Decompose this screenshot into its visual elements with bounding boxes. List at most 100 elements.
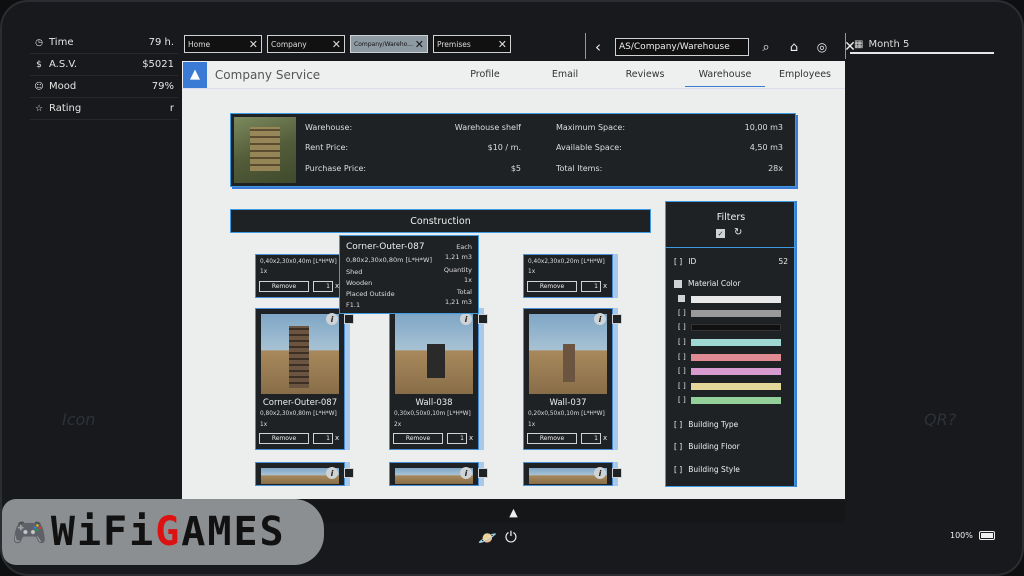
close-icon[interactable]: ✕	[498, 39, 507, 50]
back-button[interactable]: ‹	[587, 36, 609, 58]
warehouse-label: Warehouse:	[305, 123, 353, 132]
search-icon[interactable]: ⌕	[755, 36, 777, 58]
tab-email[interactable]: Email	[525, 63, 605, 87]
checkbox-icon[interactable]: [ ]	[674, 442, 682, 451]
checkbox-icon[interactable]: [ ]	[674, 257, 682, 266]
background-icon-label: Icon	[62, 410, 96, 429]
item-preview-image	[529, 314, 607, 394]
close-icon[interactable]: ✕	[415, 39, 424, 50]
item-preview-image	[261, 314, 339, 394]
company-menu: Profile Email Reviews Warehouse Employee…	[445, 63, 845, 87]
color-checkbox-gray[interactable]: [ ]	[678, 309, 686, 317]
color-swatch-yellow[interactable]	[691, 383, 781, 390]
remove-button[interactable]: Remove	[259, 281, 309, 292]
item-card[interactable]: i	[389, 462, 488, 486]
checkbox-icon[interactable]: [ ]	[674, 465, 682, 474]
quantity-input[interactable]: 1	[581, 281, 601, 292]
tab-company-warehouse[interactable]: Company/Wareho... ✕	[350, 35, 428, 53]
color-checkbox-white[interactable]	[678, 295, 685, 302]
filter-building-type[interactable]: [ ] Building Type	[674, 420, 738, 429]
select-all-checkbox[interactable]: ✓	[716, 229, 725, 238]
color-checkbox-red[interactable]: [ ]	[678, 353, 686, 361]
color-checkbox-yellow[interactable]: [ ]	[678, 382, 686, 390]
remove-button[interactable]: Remove	[393, 433, 443, 444]
color-swatch-red[interactable]	[691, 354, 781, 361]
color-swatch-black[interactable]	[691, 324, 781, 331]
home-icon[interactable]: ⌂	[783, 36, 805, 58]
month-indicator[interactable]: ▦ Month 5	[850, 36, 994, 54]
info-icon[interactable]: i	[326, 313, 338, 325]
item-dimensions: 0,80x2,30x0,80m [L*H*W]	[260, 411, 337, 417]
tab-profile[interactable]: Profile	[445, 63, 525, 87]
item-checkbox[interactable]	[612, 314, 622, 324]
close-window-icon[interactable]: ✕	[839, 36, 861, 58]
tab-company[interactable]: Company ✕	[267, 35, 345, 53]
item-dimensions: 0,30x0,50x0,10m [L*H*W]	[394, 411, 471, 417]
tab-reviews[interactable]: Reviews	[605, 63, 685, 87]
multiply-sign: x	[335, 434, 340, 442]
filters-panel: Filters ✓ ↻ [ ] ID 52 Material Color [ ] […	[665, 201, 796, 487]
battery-status: 100%	[950, 531, 995, 540]
close-icon[interactable]: ✕	[249, 39, 258, 50]
info-icon[interactable]: i	[460, 313, 472, 325]
item-checkbox[interactable]	[344, 314, 354, 324]
color-swatch-gray[interactable]	[691, 310, 781, 317]
item-card-corner-outer-087[interactable]: i Corner-Outer-087 0,80x2,30x0,80m [L*H*…	[255, 308, 354, 450]
color-swatch-white[interactable]	[691, 296, 781, 303]
item-card: 0,40x2,30x0,20m [L*H*W] 1x Remove 1 x	[523, 254, 613, 298]
item-card-wall-038[interactable]: i Wall-038 0,30x0,50x0,10m [L*H*W] 2x Re…	[389, 308, 488, 450]
company-logo-icon[interactable]: ▲	[509, 506, 517, 519]
info-icon[interactable]: i	[326, 467, 338, 479]
background-qr-label: QR?	[924, 410, 957, 429]
info-icon[interactable]: i	[594, 467, 606, 479]
tooltip-quantity-value: 1x	[464, 276, 472, 284]
tab-label: Company/Wareho...	[354, 40, 413, 48]
info-icon[interactable]: i	[594, 313, 606, 325]
remove-button[interactable]: Remove	[259, 433, 309, 444]
address-bar[interactable]: AS/Company/Warehouse	[615, 38, 749, 56]
dollar-icon: $	[36, 59, 42, 70]
item-card[interactable]: i	[255, 462, 354, 486]
quantity-input[interactable]: 1	[581, 433, 601, 444]
tooltip-title: Corner-Outer-087	[346, 242, 425, 252]
checkbox-icon[interactable]: [ ]	[674, 420, 682, 429]
item-checkbox[interactable]	[612, 468, 622, 478]
multiply-sign: x	[603, 282, 608, 290]
remove-button[interactable]: Remove	[527, 281, 577, 292]
item-card[interactable]: i	[523, 462, 622, 486]
total-items-value: 28x	[768, 164, 783, 173]
tab-premises[interactable]: Premises ✕	[433, 35, 511, 53]
tab-home[interactable]: Home ✕	[184, 35, 262, 53]
battery-icon	[978, 531, 995, 540]
item-name: Wall-038	[415, 398, 453, 408]
tab-employees[interactable]: Employees	[765, 63, 845, 87]
color-swatch-green[interactable]	[691, 397, 781, 404]
refresh-icon[interactable]: ↻	[734, 227, 742, 238]
item-checkbox[interactable]	[344, 468, 354, 478]
item-card-wall-037[interactable]: i Wall-037 0,20x0,50x0,10m [L*H*W] 1x Re…	[523, 308, 622, 450]
quantity-input[interactable]: 1	[313, 281, 333, 292]
filter-id[interactable]: [ ] ID 52	[674, 257, 788, 266]
color-checkbox-black[interactable]: [ ]	[678, 323, 686, 331]
color-checkbox-cyan[interactable]: [ ]	[678, 338, 686, 346]
quantity-input[interactable]: 1	[447, 433, 467, 444]
quantity-input[interactable]: 1	[313, 433, 333, 444]
item-checkbox[interactable]	[478, 314, 488, 324]
checkbox-icon[interactable]	[674, 279, 682, 288]
company-logo-icon[interactable]: ▲	[183, 61, 207, 88]
planet-icon[interactable]: 🪐	[478, 529, 497, 547]
item-checkbox[interactable]	[478, 468, 488, 478]
hide-eye-icon[interactable]: ◎	[811, 36, 833, 58]
info-icon[interactable]: i	[460, 467, 472, 479]
tab-warehouse[interactable]: Warehouse	[685, 63, 765, 87]
color-checkbox-green[interactable]: [ ]	[678, 396, 686, 404]
color-swatch-pink[interactable]	[691, 368, 781, 375]
power-icon[interactable]: ⏻	[505, 528, 517, 546]
filter-building-style[interactable]: [ ] Building Style	[674, 465, 740, 474]
remove-button[interactable]: Remove	[527, 433, 577, 444]
color-swatch-cyan[interactable]	[691, 339, 781, 346]
close-icon[interactable]: ✕	[332, 39, 341, 50]
filter-material-color[interactable]: Material Color	[674, 279, 740, 288]
filter-building-floor[interactable]: [ ] Building Floor	[674, 442, 740, 451]
color-checkbox-pink[interactable]: [ ]	[678, 367, 686, 375]
